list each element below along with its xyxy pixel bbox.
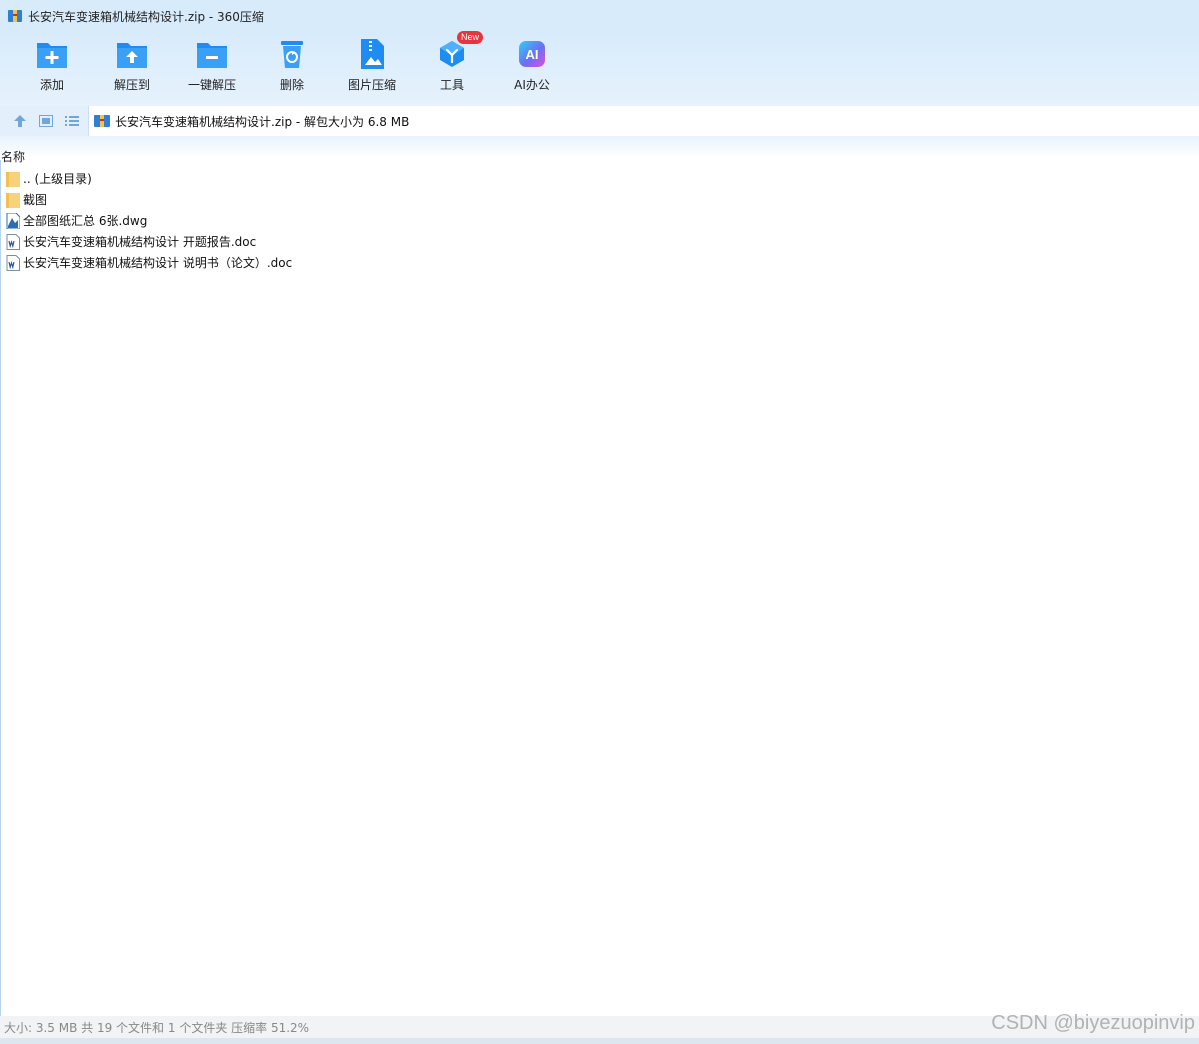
- list-header-background: [0, 136, 1199, 158]
- ai-icon-text: AI: [526, 47, 539, 62]
- arrow-up-icon: [14, 115, 26, 127]
- up-level-button[interactable]: [7, 106, 33, 136]
- ai-office-icon: AI: [516, 38, 548, 70]
- delete-button[interactable]: 删除: [252, 32, 332, 106]
- zip-file-icon: [94, 115, 110, 127]
- status-text: 大小: 3.5 MB 共 19 个文件和 1 个文件夹 压缩率 51.2%: [4, 1020, 310, 1035]
- add-folder-icon: [36, 38, 68, 70]
- zip-app-icon: [8, 10, 22, 22]
- address-path-text: 长安汽车变速箱机械结构设计.zip - 解包大小为 6.8 MB: [115, 114, 410, 129]
- ai-office-button[interactable]: AI AI办公: [492, 32, 572, 106]
- dwg-file-icon: [5, 212, 21, 229]
- column-header-name[interactable]: 名称: [1, 148, 25, 165]
- one-click-extract-label: 一键解压: [187, 78, 236, 92]
- list-item-doc[interactable]: 长安汽车变速箱机械结构设计 说明书（论文）.doc: [0, 252, 1199, 273]
- thumbnail-view-button[interactable]: [33, 106, 59, 136]
- list-item-doc[interactable]: 长安汽车变速箱机械结构设计 开题报告.doc: [0, 231, 1199, 252]
- file-name: 全部图纸汇总 6张.dwg: [23, 214, 148, 228]
- file-name: 长安汽车变速箱机械结构设计 开题报告.doc: [23, 235, 257, 249]
- extract-to-icon: [116, 38, 148, 70]
- tools-label: 工具: [439, 78, 464, 92]
- add-button[interactable]: 添加: [12, 32, 92, 106]
- address-path-field[interactable]: 长安汽车变速箱机械结构设计.zip - 解包大小为 6.8 MB: [88, 106, 1199, 136]
- ai-office-label: AI办公: [514, 78, 550, 92]
- file-name: 截图: [23, 193, 48, 207]
- bottom-strip: [0, 1038, 1199, 1044]
- file-list: .. (上级目录) 截图 全部图纸汇总 6张.dwg 长安汽车变速箱机械结构设计…: [0, 168, 1199, 273]
- list-left-border: [0, 160, 1, 1016]
- new-badge: New: [457, 31, 484, 44]
- folder-icon: [5, 171, 21, 187]
- add-button-label: 添加: [39, 78, 64, 92]
- image-compress-button[interactable]: 图片压缩: [332, 32, 412, 106]
- main-toolbar: 添加 解压到 一键解压 删除 图片压缩 New 工具 AI AI办公: [0, 31, 1199, 106]
- image-compress-icon: [356, 38, 388, 70]
- title-bar: 长安汽车变速箱机械结构设计.zip - 360压缩: [0, 0, 1199, 32]
- file-name: 长安汽车变速箱机械结构设计 说明书（论文）.doc: [23, 256, 293, 270]
- folder-icon: [5, 192, 21, 208]
- address-bar: 长安汽车变速箱机械结构设计.zip - 解包大小为 6.8 MB: [0, 106, 1199, 136]
- watermark-text: CSDN @biyezuopinvip: [991, 1012, 1195, 1034]
- list-view-icon: [65, 116, 79, 126]
- recycle-bin-icon: [276, 38, 308, 70]
- extract-to-button[interactable]: 解压到: [92, 32, 172, 106]
- image-compress-label: 图片压缩: [347, 78, 396, 92]
- word-doc-icon: [5, 233, 21, 250]
- one-click-extract-icon: [196, 38, 228, 70]
- window-title: 长安汽车变速箱机械结构设计.zip - 360压缩: [28, 9, 264, 24]
- file-name: .. (上级目录): [23, 172, 92, 186]
- thumbnail-view-icon: [39, 115, 53, 127]
- one-click-extract-button[interactable]: 一键解压: [172, 32, 252, 106]
- delete-label: 删除: [279, 78, 304, 92]
- list-view-button[interactable]: [59, 106, 85, 136]
- word-doc-icon: [5, 254, 21, 271]
- extract-to-label: 解压到: [113, 78, 150, 92]
- list-item-parent-dir[interactable]: .. (上级目录): [0, 168, 1199, 189]
- list-item-dwg[interactable]: 全部图纸汇总 6张.dwg: [0, 210, 1199, 231]
- tools-button[interactable]: New 工具: [412, 31, 492, 106]
- list-item-folder[interactable]: 截图: [0, 189, 1199, 210]
